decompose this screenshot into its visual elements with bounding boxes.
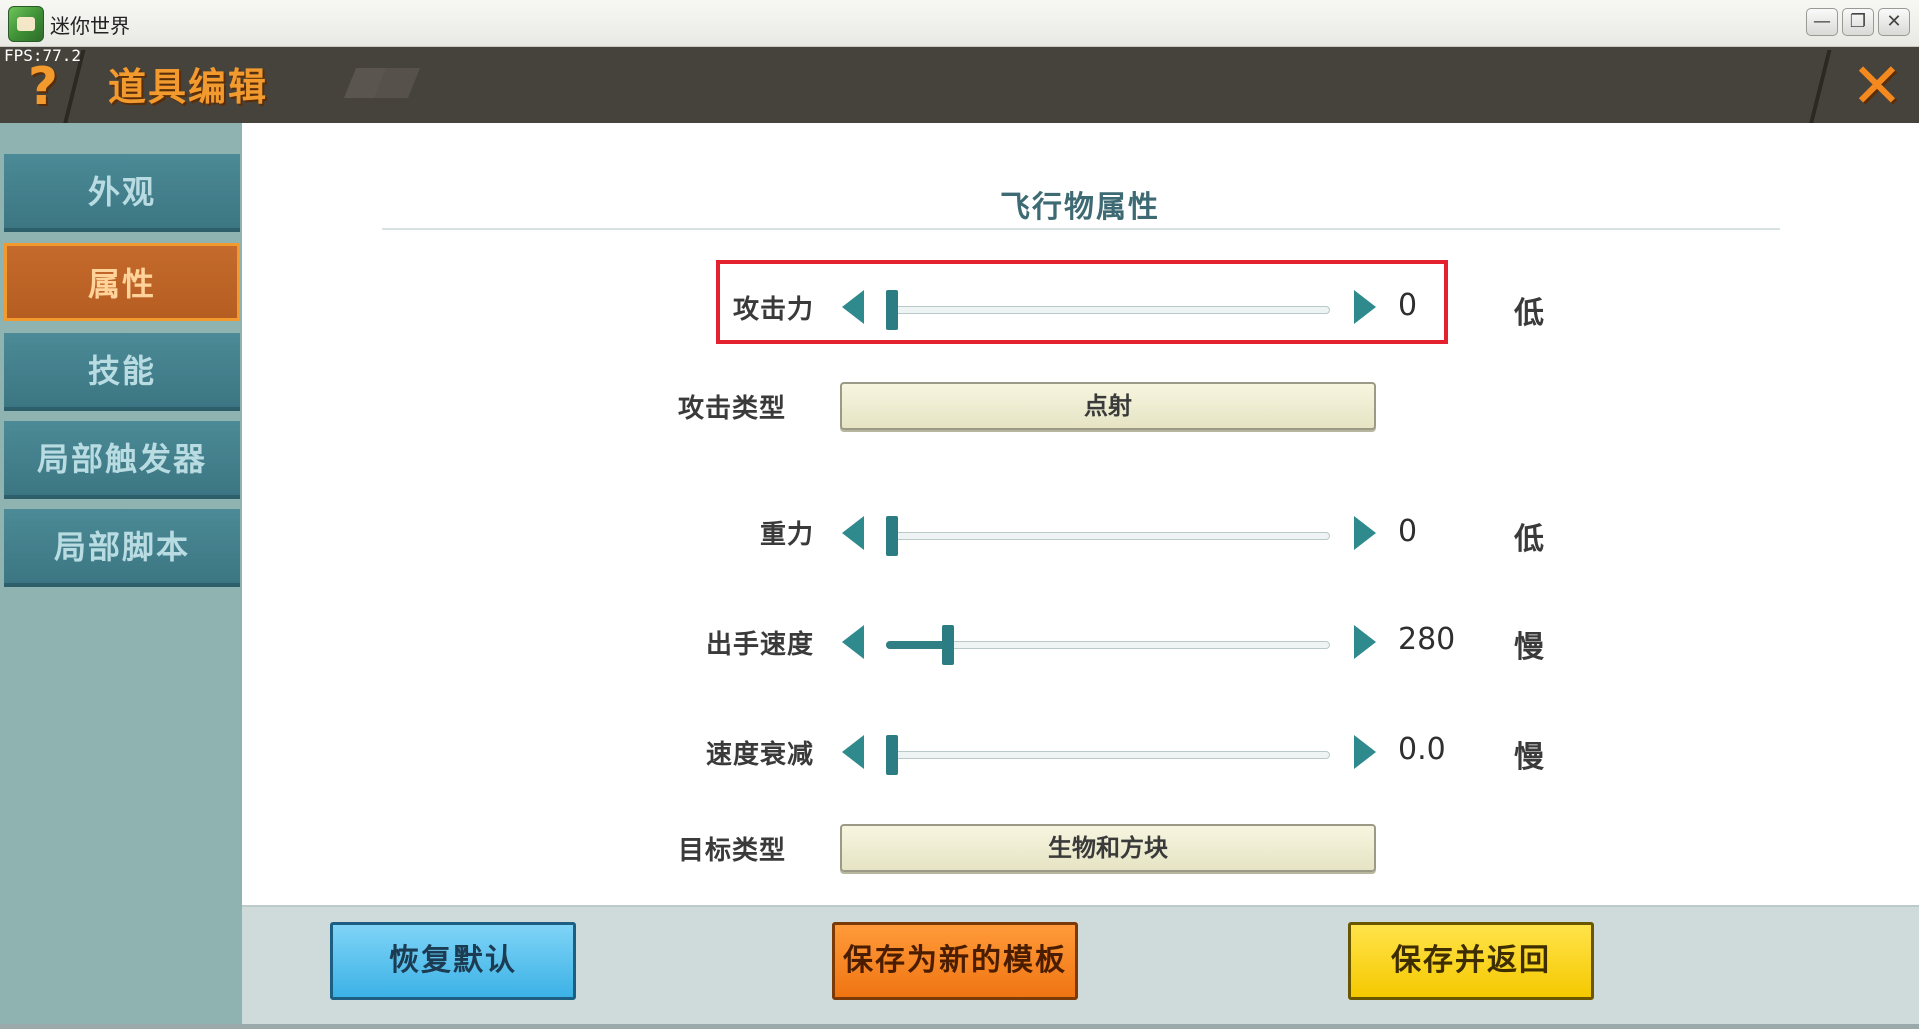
help-button[interactable]: ?: [20, 58, 66, 116]
throw-speed-value: 280: [1398, 622, 1456, 657]
sidebar-item-skills[interactable]: 技能: [4, 333, 240, 411]
reset-default-button[interactable]: 恢复默认: [330, 922, 576, 1000]
attack-type-dropdown[interactable]: 点射: [840, 382, 1376, 430]
window-bottom-edge: [0, 1024, 1919, 1029]
close-editor-button[interactable]: ✕: [1845, 55, 1909, 117]
target-type-label: 目标类型: [677, 836, 786, 866]
window-close-button[interactable]: ✕: [1878, 8, 1910, 36]
gravity-decrease-arrow-icon[interactable]: [842, 516, 864, 550]
gravity-increase-arrow-icon[interactable]: [1354, 516, 1376, 550]
minimize-button[interactable]: —: [1806, 8, 1838, 36]
sidebar-item-local-triggers[interactable]: 局部触发器: [4, 421, 240, 499]
throw-speed-slider-fill: [886, 641, 948, 649]
page-title: 道具编辑: [108, 65, 269, 109]
section-divider: [382, 228, 1780, 230]
gravity-label: 重力: [759, 520, 814, 550]
gravity-level-label: 低: [1514, 522, 1544, 557]
throw-speed-level-label: 慢: [1514, 630, 1544, 665]
speed-decay-increase-arrow-icon[interactable]: [1354, 735, 1376, 769]
speed-decay-slider-track[interactable]: [886, 751, 1330, 759]
gravity-slider-thumb[interactable]: [886, 516, 898, 556]
speed-decay-value: 0.0: [1398, 732, 1446, 767]
sidebar-item-appearance[interactable]: 外观: [4, 154, 240, 232]
speed-decay-label: 速度衰减: [705, 740, 814, 770]
app-icon: [8, 6, 44, 42]
speed-decay-level-label: 慢: [1514, 740, 1544, 775]
window-title: 迷你世界: [50, 14, 130, 38]
throw-speed-increase-arrow-icon[interactable]: [1354, 625, 1376, 659]
speed-decay-decrease-arrow-icon[interactable]: [842, 735, 864, 769]
window-titlebar: 迷你世界 — ❐ ✕: [0, 0, 1919, 47]
speed-decay-slider-thumb[interactable]: [886, 735, 898, 775]
gravity-value: 0: [1398, 514, 1418, 549]
content-panel: [242, 123, 1919, 905]
throw-speed-label: 出手速度: [705, 630, 814, 660]
restore-button[interactable]: ❐: [1842, 8, 1874, 36]
section-title: 飞行物属性: [1000, 190, 1160, 225]
sidebar-item-local-scripts[interactable]: 局部脚本: [4, 509, 240, 587]
sidebar-item-attributes[interactable]: 属性: [4, 243, 240, 321]
save-as-template-button[interactable]: 保存为新的模板: [832, 922, 1078, 1000]
save-and-return-button[interactable]: 保存并返回: [1348, 922, 1594, 1000]
gravity-slider-track[interactable]: [886, 532, 1330, 540]
throw-speed-slider-thumb[interactable]: [942, 625, 954, 665]
attack-type-label: 攻击类型: [677, 394, 786, 424]
attack-level-label: 低: [1514, 296, 1544, 331]
editor-header: [0, 47, 1919, 123]
fps-counter: FPS:77.2: [4, 46, 82, 65]
target-type-dropdown[interactable]: 生物和方块: [840, 824, 1376, 872]
highlight-box: [716, 260, 1448, 344]
throw-speed-decrease-arrow-icon[interactable]: [842, 625, 864, 659]
sidebar: 外观 属性 技能 局部触发器 局部脚本: [0, 123, 242, 1029]
